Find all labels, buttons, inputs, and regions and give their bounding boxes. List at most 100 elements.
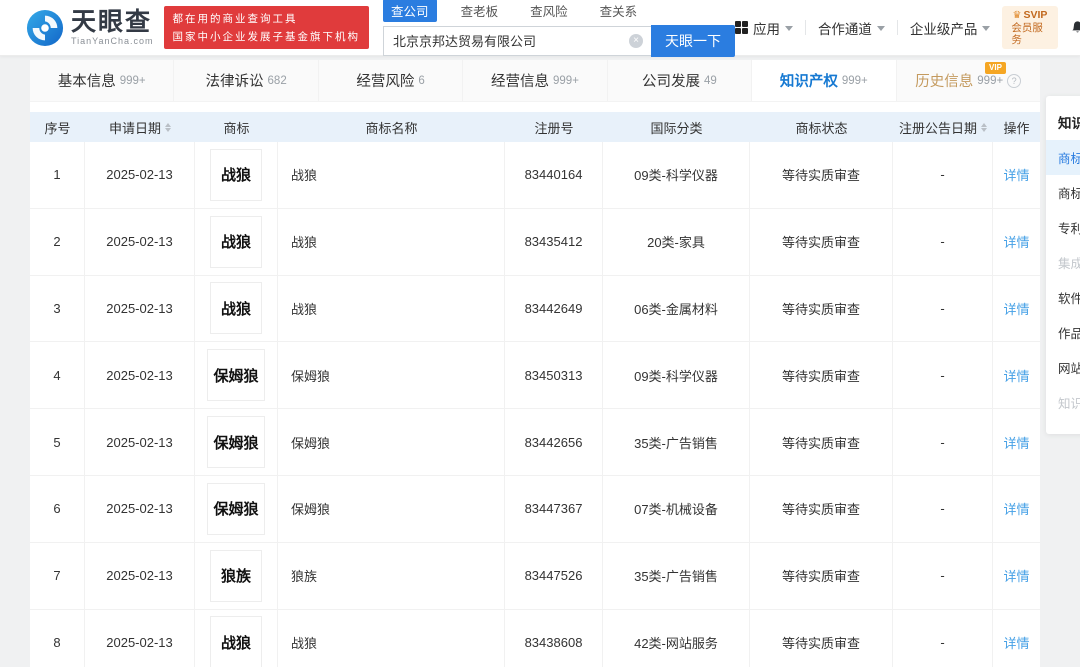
tab-operation-risk[interactable]: 经营风险 6	[319, 60, 464, 101]
table-row: 5 2025-02-13 保姆狼 保姆狼 83442656 35类-广告销售 等…	[30, 409, 1040, 476]
trademark-image[interactable]: 保姆狼	[207, 349, 265, 402]
help-icon[interactable]: ?	[1007, 73, 1022, 88]
cell-serial: 6	[30, 475, 85, 542]
cell-trademark-image[interactable]: 战狼	[195, 208, 278, 275]
cell-status: 等待实质审查	[750, 542, 893, 609]
detail-link[interactable]: 详情	[1003, 366, 1029, 385]
col-serial: 序号	[44, 120, 71, 136]
cell-apply-date: 2025-02-13	[85, 475, 195, 542]
slogan-banner: 都在用的商业查询工具 国家中小企业发展子基金旗下机构	[163, 6, 370, 49]
cell-actions: 详情	[993, 610, 1040, 667]
cell-serial: 1	[30, 142, 85, 208]
detail-link[interactable]: 详情	[1003, 299, 1029, 318]
search-tab-boss[interactable]: 查老板	[453, 0, 507, 22]
cell-trademark-name: 战狼	[278, 208, 505, 275]
cell-publication-date: -	[893, 275, 993, 342]
sort-icon[interactable]	[981, 122, 987, 132]
search-tab-company[interactable]: 查公司	[383, 0, 437, 22]
svip-sub-label: 会员服务	[1011, 21, 1043, 46]
sort-icon[interactable]	[165, 122, 171, 132]
table-row: 1 2025-02-13 战狼 战狼 83440164 09类-科学仪器 等待实…	[30, 142, 1040, 209]
cell-actions: 详情	[993, 342, 1040, 408]
tab-basic-info[interactable]: 基本信息 999+	[30, 60, 175, 101]
search-tab-risk[interactable]: 查风险	[522, 0, 576, 22]
cell-apply-date: 2025-02-13	[85, 275, 195, 342]
cell-trademark-name: 战狼	[278, 275, 505, 342]
col-status: 商标状态	[795, 120, 848, 136]
trademark-image[interactable]: 战狼	[210, 148, 262, 201]
main-panel: 基本信息 999+ 法律诉讼 682 经营风险 6 经营信息 999+ 公司发展…	[30, 60, 1040, 667]
trademark-image[interactable]: 战狼	[210, 616, 262, 667]
cell-registration-no: 83440164	[505, 142, 603, 208]
table-row: 3 2025-02-13 战狼 战狼 83442649 06类-金属材料 等待实…	[30, 275, 1040, 343]
page: 天眼查 TianYanCha.com 都在用的商业查询工具 国家中小企业发展子基…	[0, 0, 1080, 667]
col-intl-class: 国际分类	[650, 120, 703, 136]
cell-publication-date: -	[893, 342, 993, 409]
tab-intellectual-property[interactable]: 知识产权 999+	[752, 60, 897, 101]
sidenav-item-patent[interactable]: 专利信息	[1046, 210, 1080, 245]
tab-legal-litigation[interactable]: 法律诉讼 682	[174, 60, 319, 101]
sidenav-item-work-copyright[interactable]: 作品著作权	[1046, 315, 1080, 350]
table-header-row: 序号 申请日期 商标 商标名称 注册号 国际分类 商标状态 注册公告日期 操作	[30, 112, 1040, 142]
table-row: 4 2025-02-13 保姆狼 保姆狼 83450313 09类-科学仪器 等…	[30, 342, 1040, 410]
cell-trademark-image[interactable]: 战狼	[195, 142, 278, 208]
cell-apply-date: 2025-02-13	[85, 208, 195, 275]
cell-serial: 5	[30, 409, 85, 475]
cell-trademark-name: 保姆狼	[278, 475, 505, 542]
tab-history-info[interactable]: VIP 历史信息 999+ ?	[897, 60, 1040, 101]
cell-registration-no: 83442649	[505, 275, 603, 342]
sidenav-item-trademark[interactable]: 商标信息	[1046, 140, 1080, 175]
notification-bell-icon[interactable]	[1070, 19, 1080, 36]
cell-publication-date: -	[893, 475, 993, 542]
detail-link[interactable]: 详情	[1003, 232, 1029, 251]
cell-registration-no: 83447526	[505, 542, 603, 609]
cell-trademark-image[interactable]: 战狼	[195, 275, 278, 342]
detail-link[interactable]: 详情	[1003, 633, 1029, 652]
search-tab-relation[interactable]: 查关系	[592, 0, 646, 22]
detail-link[interactable]: 详情	[1003, 499, 1029, 518]
cell-trademark-image[interactable]: 保姆狼	[195, 475, 278, 542]
search-button[interactable]: 天眼一下	[651, 24, 736, 57]
tab-business-info[interactable]: 经营信息 999+	[463, 60, 608, 101]
cell-trademark-image[interactable]: 狼族	[195, 542, 278, 609]
menu-partner[interactable]: 合作通道	[818, 18, 885, 38]
trademark-image[interactable]: 保姆狼	[207, 416, 265, 469]
sidenav-item-website-record[interactable]: 网站备案	[1046, 350, 1080, 385]
trademark-image[interactable]: 战狼	[210, 282, 262, 335]
trademark-image[interactable]: 保姆狼	[207, 482, 265, 535]
col-trademark: 商标	[223, 120, 250, 136]
cell-trademark-image[interactable]: 战狼	[195, 609, 278, 667]
search-input[interactable]	[383, 25, 652, 56]
menu-apps[interactable]: 应用	[735, 18, 794, 38]
detail-link[interactable]: 详情	[1003, 566, 1029, 585]
app-grid-icon	[735, 21, 749, 34]
cell-status: 等待实质审查	[750, 275, 893, 342]
sidenav-item-trademark-renewal[interactable]: 商标续展	[1046, 175, 1080, 210]
cell-apply-date: 2025-02-13	[85, 542, 195, 609]
sidenav-item-ic-layout[interactable]: 集成电路	[1046, 245, 1080, 280]
tianyancha-logo[interactable]: 天眼查 TianYanCha.com	[26, 9, 154, 47]
cell-trademark-image[interactable]: 保姆狼	[195, 342, 278, 409]
cell-serial: 3	[30, 275, 85, 342]
trademark-image[interactable]: 狼族	[210, 549, 262, 602]
cell-trademark-image[interactable]: 保姆狼	[195, 409, 278, 475]
col-apply-date[interactable]: 申请日期	[85, 112, 195, 142]
cell-apply-date: 2025-02-13	[85, 409, 195, 475]
col-trademark-name: 商标名称	[365, 120, 418, 136]
cell-intl-class: 35类-广告销售	[603, 409, 750, 475]
sidenav-item-ip-pledge[interactable]: 知识产权出质	[1046, 385, 1080, 420]
trademark-image[interactable]: 战狼	[210, 215, 262, 268]
svip-member-badge[interactable]: ♛ SVIP 会员服务	[1002, 6, 1058, 49]
vip-badge: VIP	[985, 62, 1006, 74]
sidenav-item-software-copyright[interactable]: 软件著作权	[1046, 280, 1080, 315]
clear-input-icon[interactable]: ×	[629, 33, 644, 48]
cell-trademark-name: 战狼	[278, 609, 505, 667]
detail-link[interactable]: 详情	[1003, 433, 1029, 452]
col-publication-date[interactable]: 注册公告日期	[893, 112, 993, 142]
cell-registration-no: 83435412	[505, 208, 603, 275]
cell-trademark-name: 战狼	[278, 142, 505, 208]
tab-company-development[interactable]: 公司发展 49	[608, 60, 753, 101]
menu-enterprise[interactable]: 企业级产品	[910, 18, 991, 38]
detail-link[interactable]: 详情	[1003, 165, 1029, 184]
cell-apply-date: 2025-02-13	[85, 142, 195, 208]
